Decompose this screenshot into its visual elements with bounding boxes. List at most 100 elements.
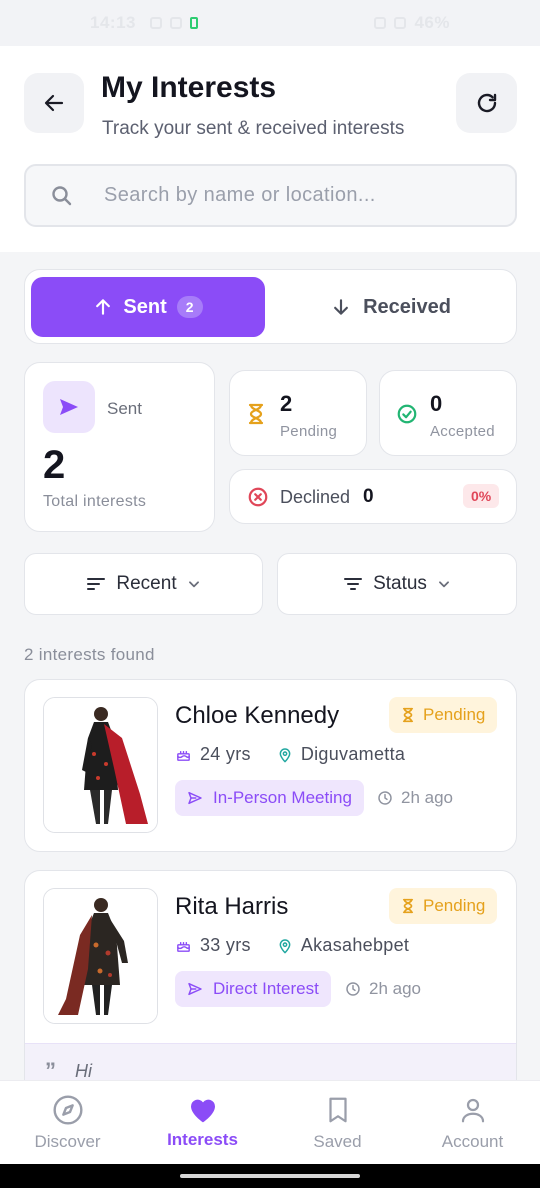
search-box [24, 164, 517, 227]
hourglass-icon [248, 403, 264, 425]
nav-interests[interactable]: Interests [135, 1081, 270, 1165]
settings-status-icon [149, 17, 162, 29]
pending-stat-card: 2 Pending [229, 370, 367, 456]
status-dropdown[interactable]: Status [277, 553, 517, 615]
nav-discover-label: Discover [34, 1132, 101, 1151]
nav-account[interactable]: Account [405, 1081, 540, 1165]
nav-saved-label: Saved [313, 1132, 362, 1151]
cake-icon [177, 941, 190, 952]
sent-stat-label: Sent [107, 399, 142, 418]
person-icon [461, 1098, 484, 1123]
compass-icon [52, 1095, 83, 1125]
filter-icon [344, 578, 363, 590]
interest-location: Diguvametta [300, 744, 406, 764]
profile-photo [43, 697, 158, 833]
interest-message-text: Hi [75, 1061, 92, 1081]
declined-stat-card: Declined 0 0% [229, 469, 517, 524]
hourglass-icon [402, 707, 414, 723]
sort-dropdown[interactable]: Recent [24, 553, 263, 615]
interest-card[interactable]: Rita Harris Pending 33 yrs Akasahebpet D… [24, 870, 517, 1100]
check-circle-icon [397, 404, 417, 424]
nav-account-label: Account [441, 1132, 504, 1151]
interest-type: Direct Interest [213, 979, 319, 998]
refresh-button[interactable] [456, 73, 517, 133]
nav-saved[interactable]: Saved [270, 1081, 405, 1165]
accepted-stat-value: 0 [430, 391, 443, 416]
bottom-nav: Discover Interests Saved Account [0, 1080, 540, 1164]
interest-type-chip: In-Person Meeting [175, 780, 364, 816]
interest-type: In-Person Meeting [213, 788, 352, 807]
bookmark-icon [328, 1097, 347, 1123]
nav-discover[interactable]: Discover [0, 1081, 135, 1165]
status-time: 14:13 [90, 13, 136, 32]
refresh-icon [477, 93, 496, 113]
interest-age: 24 yrs [200, 744, 251, 764]
status-badge: Pending [389, 697, 498, 733]
arrow-down-icon [334, 299, 348, 315]
page-title: My Interests [101, 71, 277, 104]
declined-percent-badge: 0% [463, 484, 500, 508]
tab-sent-label: Sent [123, 295, 167, 318]
clock-icon [378, 791, 392, 805]
pending-stat-value: 2 [280, 391, 293, 416]
interest-card[interactable]: Chloe Kennedy Pending 24 yrs Diguvametta… [24, 679, 517, 852]
status-badge-label: Pending [423, 705, 486, 724]
profile-photo [43, 888, 158, 1024]
pending-stat-label: Pending [280, 423, 338, 440]
location-pin-icon [279, 938, 291, 953]
tab-sent[interactable]: Sent 2 [31, 277, 265, 337]
status-badge-label: Pending [423, 896, 486, 915]
interest-age: 33 yrs [200, 935, 251, 955]
declined-stat-label: Declined [280, 487, 351, 507]
interest-time: 2h ago [345, 979, 421, 999]
status-badge: Pending [389, 888, 498, 924]
interest-location: Akasahebpet [300, 935, 410, 955]
status-label: Status [373, 573, 427, 594]
arrow-left-icon [44, 94, 64, 112]
home-indicator-bar [0, 1164, 540, 1188]
send-icon [43, 381, 95, 433]
interest-name: Rita Harris [175, 893, 289, 920]
heart-icon [190, 1099, 215, 1123]
search-input[interactable] [104, 166, 504, 225]
home-indicator[interactable] [180, 1174, 360, 1178]
interest-time-label: 2h ago [369, 979, 421, 998]
sent-stat-card: Sent 2 Total interests [24, 362, 215, 532]
battery-percent: 46% [414, 13, 450, 32]
sent-stat-value: 2 [43, 443, 66, 487]
send-icon [188, 982, 202, 996]
wifi-status-icon [374, 17, 387, 29]
sort-lines-icon [87, 578, 106, 590]
interest-name: Chloe Kennedy [175, 702, 340, 729]
send-icon [188, 791, 202, 805]
accepted-stat-label: Accepted [430, 423, 495, 440]
tab-received-label: Received [363, 295, 451, 318]
sort-label: Recent [116, 573, 177, 594]
tab-sent-count: 2 [176, 296, 203, 318]
notification-status-icon [169, 17, 182, 29]
arrow-up-icon [96, 299, 111, 315]
interest-time: 2h ago [377, 788, 453, 808]
header: My Interests Track your sent & received … [0, 46, 540, 252]
page-subtitle: Track your sent & received interests [102, 118, 405, 139]
results-count: 2 interests found [24, 645, 155, 664]
chevron-down-icon [438, 581, 449, 588]
accepted-stat-card: 0 Accepted [379, 370, 517, 456]
interest-time-label: 2h ago [401, 788, 453, 807]
location-pin-icon [279, 747, 291, 762]
declined-stat-value: 0 [363, 486, 374, 507]
nav-interests-label: Interests [167, 1130, 238, 1149]
signal-status-icon [394, 17, 407, 29]
back-button[interactable] [24, 73, 84, 133]
interest-meta: 33 yrs Akasahebpet [175, 935, 409, 956]
chevron-down-icon [188, 581, 199, 588]
hourglass-icon [402, 898, 414, 914]
status-bar: 14:13 46% [0, 0, 540, 46]
interest-tabs: Sent 2 Received [24, 269, 517, 344]
tab-received[interactable]: Received [271, 277, 511, 337]
interest-type-chip: Direct Interest [175, 971, 331, 1007]
battery-saver-icon [189, 17, 198, 29]
sent-stat-caption: Total interests [43, 493, 147, 510]
x-circle-icon [248, 487, 268, 507]
clock-icon [346, 982, 360, 996]
